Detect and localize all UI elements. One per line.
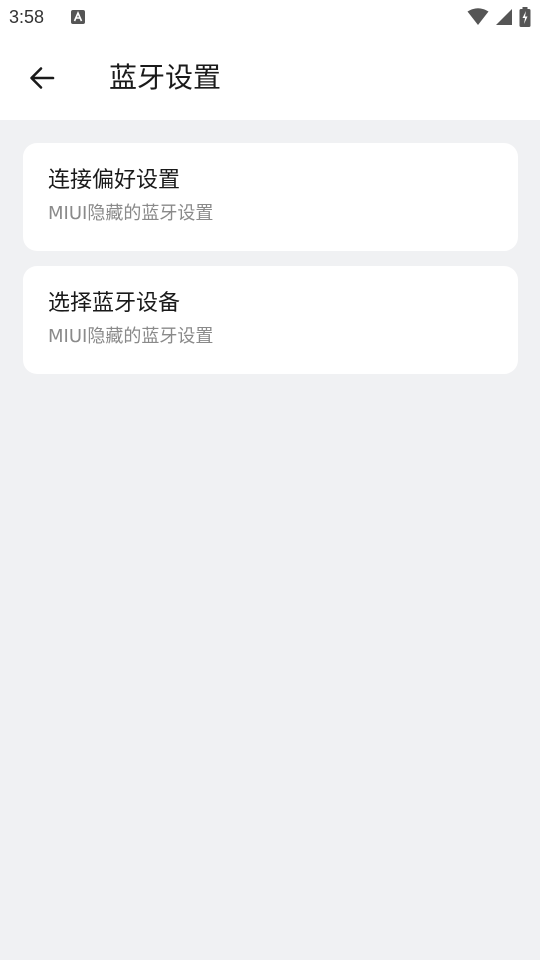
list-item-title: 选择蓝牙设备 bbox=[48, 291, 181, 316]
list-item-title: 连接偏好设置 bbox=[48, 168, 181, 193]
settings-list: 连接偏好设置 MIUI隐藏的蓝牙设置 选择蓝牙设备 MIUI隐藏的蓝牙设置 bbox=[23, 143, 518, 389]
cellular-signal-icon bbox=[496, 9, 512, 25]
list-item-subtitle: MIUI隐藏的蓝牙设置 bbox=[48, 326, 214, 347]
list-item-subtitle: MIUI隐藏的蓝牙设置 bbox=[48, 203, 214, 224]
status-icons bbox=[467, 7, 531, 27]
list-item-select-bluetooth-device[interactable]: 选择蓝牙设备 MIUI隐藏的蓝牙设置 bbox=[23, 266, 518, 374]
back-button[interactable] bbox=[18, 54, 66, 102]
status-time: 3:58 bbox=[9, 7, 45, 27]
status-bar: 3:58 bbox=[0, 0, 540, 36]
battery-charging-icon bbox=[519, 7, 531, 27]
a-box-icon bbox=[71, 10, 85, 24]
app-bar: 蓝牙设置 bbox=[0, 36, 540, 120]
wifi-icon bbox=[467, 8, 489, 25]
list-item-connection-preferences[interactable]: 连接偏好设置 MIUI隐藏的蓝牙设置 bbox=[23, 143, 518, 251]
arrow-left-icon bbox=[30, 67, 55, 89]
page-title: 蓝牙设置 bbox=[109, 61, 222, 94]
